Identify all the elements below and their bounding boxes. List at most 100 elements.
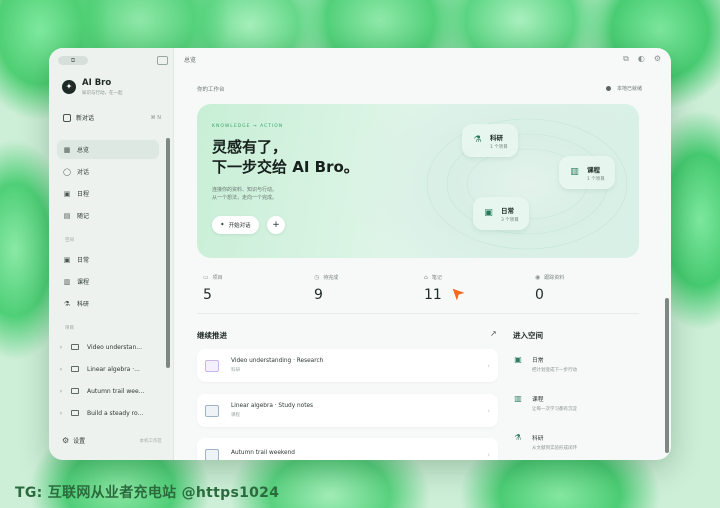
workspace-label: 你的工作台 <box>197 87 225 93</box>
project-item[interactable]: › Build a steady ro... <box>57 404 159 422</box>
sidebar-item-label: 日程 <box>77 191 90 198</box>
sidebar-item-label: 日常 <box>77 257 90 264</box>
sidebar-item-label: 总览 <box>77 147 90 154</box>
hero-title-line2: 下一步交给 AI Bro。 <box>212 158 359 176</box>
folder-icon <box>205 359 219 372</box>
space-chip-daily[interactable]: ▣ 日常 3 个项目 <box>473 197 529 230</box>
stat-notes: ⌂ 笔记 11 <box>424 274 442 303</box>
project-item[interactable]: › Linear algebra ·... <box>57 360 159 378</box>
note-icon: ▤ <box>63 211 71 220</box>
space-chip-research[interactable]: ⚗ 科研 1 个项目 <box>462 124 518 157</box>
stat-projects: ▭ 项目 5 <box>203 274 223 303</box>
space-link-research[interactable]: ⚗ 科研 从文献到实验形成闭环 <box>513 433 577 451</box>
chevron-right-icon[interactable]: › <box>57 410 65 417</box>
calendar-icon: ▣ <box>484 208 493 218</box>
chevron-right-icon[interactable]: › <box>57 344 65 351</box>
sidebar-item-label: 课程 <box>77 279 90 286</box>
sidebar-item-chat[interactable]: ◯ 对话 <box>57 162 159 181</box>
folder-icon <box>205 448 219 460</box>
space-chip-course[interactable]: ▥ 课程 1 个项目 <box>559 156 615 189</box>
folder-icon: ▭ <box>203 274 209 281</box>
project-item[interactable]: › Autumn trail wee... <box>57 382 159 400</box>
sidebar-item-course[interactable]: ▥ 课程 <box>57 272 159 291</box>
stat-label: 笔记 <box>431 275 442 281</box>
watermark-text: TG: 互联网从业者充电站 @https1024 <box>15 485 280 501</box>
chevron-right-icon[interactable]: › <box>57 366 65 373</box>
calendar-icon: ▣ <box>63 255 71 264</box>
flask-icon: ⚗ <box>473 135 482 145</box>
brand-subtitle: 知识与行动，在一起 <box>82 91 123 96</box>
card-title: Linear algebra · Study notes <box>231 403 314 409</box>
chart-icon: ▥ <box>514 394 522 403</box>
settings-button[interactable]: ⚙ 设置 本机工作区 <box>62 436 162 445</box>
start-chat-button[interactable]: ✦ 开始对话 <box>212 216 259 234</box>
export-icon[interactable]: ⧉ <box>623 54 629 64</box>
workspace-mode-label: 本机工作区 <box>139 438 163 444</box>
continue-card[interactable]: Video understanding · Research 科研 › <box>197 349 498 382</box>
sidebar-item-research[interactable]: ⚗ 科研 <box>57 294 159 313</box>
new-chat-button[interactable]: 新对话 ⌘ N <box>57 110 167 125</box>
grid-icon: ▦ <box>63 145 71 154</box>
chart-icon: ▥ <box>63 277 71 286</box>
sidebar-item-overview[interactable]: ▦ 总览 <box>57 140 159 159</box>
space-description: 让每一次学习都有沉淀 <box>532 407 577 412</box>
hero-title: 灵感有了， 下一步交给 AI Bro。 <box>212 137 359 177</box>
status-indicator: 本地已就绪 <box>606 85 642 92</box>
continue-heading: 继续推进 <box>197 331 227 340</box>
section-label-projects: 项目 <box>65 326 74 331</box>
sidebar-item-label: 随记 <box>77 213 90 220</box>
sidebar-item-daily[interactable]: ▣ 日常 <box>57 250 159 269</box>
stat-value: 0 <box>535 287 544 303</box>
space-description: 从文献到实验形成闭环 <box>532 446 577 451</box>
main-scrollbar[interactable] <box>665 298 669 453</box>
arrow-up-right-icon[interactable]: ↗ <box>490 329 497 338</box>
chat-icon: ◯ <box>63 167 71 176</box>
start-chat-label: 开始对话 <box>228 223 251 229</box>
project-label: Build a steady ro... <box>87 409 144 417</box>
divider <box>197 313 639 314</box>
flask-icon: ⚗ <box>63 299 71 308</box>
project-item[interactable]: › Video understan... <box>57 338 159 356</box>
sidebar-toggle-icon[interactable] <box>157 56 168 65</box>
chevron-right-icon[interactable]: › <box>57 388 65 395</box>
compose-icon <box>63 113 71 122</box>
folder-icon <box>71 366 79 372</box>
sidebar-item-label: 对话 <box>77 169 90 176</box>
theme-toggle-icon[interactable]: ◐ <box>638 54 645 64</box>
gear-icon[interactable]: ⚙ <box>654 54 661 64</box>
card-title: Autumn trail weekend <box>231 450 295 456</box>
space-link-daily[interactable]: ▣ 日常 把计划变成下一步行动 <box>513 355 577 373</box>
sidebar-item-notes[interactable]: ▤ 随记 <box>57 206 159 225</box>
chip-name: 科研 <box>490 133 503 142</box>
page-title: 总览 <box>184 56 197 64</box>
sidebar-item-schedule[interactable]: ▣ 日程 <box>57 184 159 203</box>
app-window: ⧉ ✦ AI Bro 知识与行动，在一起 新对话 ⌘ N ▦ 总览 ◯ 对话 ▣… <box>49 48 671 460</box>
space-name: 课程 <box>532 397 544 403</box>
main-content: 总览 ⧉ ◐ ⚙ 你的工作台 本地已就绪 KNOWLEDGE → ACTION <box>174 48 671 460</box>
chip-count: 1 个项目 <box>490 144 508 150</box>
card-subtitle: 科研 <box>231 368 240 373</box>
continue-card[interactable]: Linear algebra · Study notes 课程 › <box>197 394 498 427</box>
project-label: Linear algebra ·... <box>87 365 140 373</box>
sidebar-item-label: 科研 <box>77 301 90 308</box>
card-subtitle: 课程 <box>231 413 240 418</box>
hero-card: KNOWLEDGE → ACTION 灵感有了， 下一步交给 AI Bro。 连… <box>197 104 639 258</box>
spaces-heading: 进入空间 <box>513 331 543 340</box>
topbar: 总览 ⧉ ◐ ⚙ <box>174 48 671 70</box>
stat-value: 11 <box>424 287 442 303</box>
add-button[interactable]: + <box>267 216 285 234</box>
hero-description: 连接你的资料、知识与行动。 从一个想法，走向一个完成。 <box>212 186 277 202</box>
stat-tracked: ◉ 跟踪资料 0 <box>535 274 564 303</box>
mouse-cursor-icon <box>451 287 468 304</box>
window-controls[interactable]: ⧉ <box>58 56 88 65</box>
stat-value: 9 <box>314 287 323 303</box>
chip-name: 课程 <box>587 165 600 174</box>
space-description: 把计划变成下一步行动 <box>532 368 577 373</box>
stat-value: 5 <box>203 287 212 303</box>
sidebar-scrollbar[interactable] <box>166 138 170 368</box>
continue-card[interactable]: Autumn trail weekend › <box>197 438 498 460</box>
section-label-spaces: 空间 <box>65 238 74 243</box>
project-label: Video understan... <box>87 343 142 351</box>
space-link-course[interactable]: ▥ 课程 让每一次学习都有沉淀 <box>513 394 577 412</box>
clock-icon: ◷ <box>314 274 320 281</box>
